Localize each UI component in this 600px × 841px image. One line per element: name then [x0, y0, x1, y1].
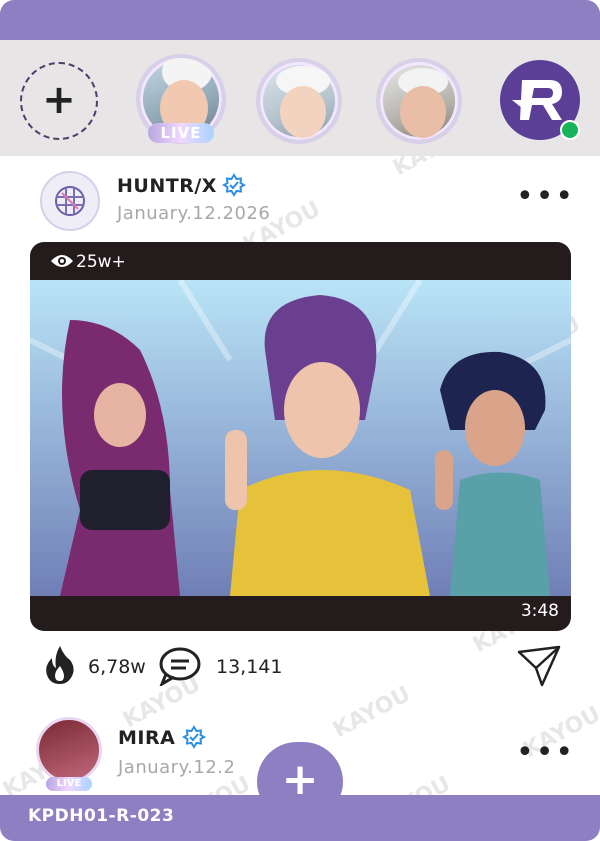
plus-icon: + [42, 77, 76, 123]
post-avatar[interactable] [40, 171, 100, 231]
video-thumbnail [30, 280, 571, 596]
post-username[interactable]: MIRA [118, 727, 175, 749]
comment-icon[interactable] [158, 646, 202, 691]
view-count: 25w+ [50, 252, 126, 272]
story-avatar[interactable] [256, 58, 342, 144]
face [280, 86, 326, 138]
post-card: KAYOU KAYOU KAYOU KAYOU KAYOU KAYOU KAYO… [0, 0, 600, 841]
plus-icon: + [281, 754, 319, 805]
live-badge: LIVE [46, 777, 92, 791]
video-player[interactable]: 25w+ 3:48 [30, 242, 571, 631]
more-icon[interactable]: ••• [516, 738, 575, 768]
views-label: 25w+ [76, 252, 126, 272]
likes-count: 6,78w [88, 656, 146, 678]
send-icon[interactable] [516, 644, 562, 692]
eye-icon [50, 252, 76, 272]
huntrx-logo-icon [55, 186, 85, 216]
story-avatar[interactable] [376, 58, 462, 144]
create-post-button[interactable]: + [257, 742, 343, 818]
card-code: KPDH01-R-023 [28, 806, 175, 826]
post-header: HUNTR/X January.12.2026 ••• [0, 165, 600, 235]
fire-icon[interactable] [44, 644, 76, 689]
verified-icon [181, 725, 207, 749]
add-story-button[interactable]: + [20, 62, 98, 140]
post-date: January.12.2026 [117, 203, 271, 224]
top-bar [0, 0, 600, 40]
video-duration: 3:48 [520, 601, 559, 621]
stories-row: + LIVE [0, 40, 600, 156]
face [400, 86, 446, 138]
more-icon[interactable]: ••• [516, 182, 575, 212]
post-avatar[interactable] [36, 717, 102, 783]
live-badge: LIVE [148, 123, 214, 143]
video-frame [30, 280, 571, 596]
post-actions: 6,78w 13,141 [0, 640, 600, 690]
online-indicator [560, 120, 580, 140]
post-date: January.12.2 [118, 757, 236, 778]
comments-count: 13,141 [216, 656, 283, 678]
post-username[interactable]: HUNTR/X [117, 175, 217, 197]
verified-icon [221, 173, 247, 197]
